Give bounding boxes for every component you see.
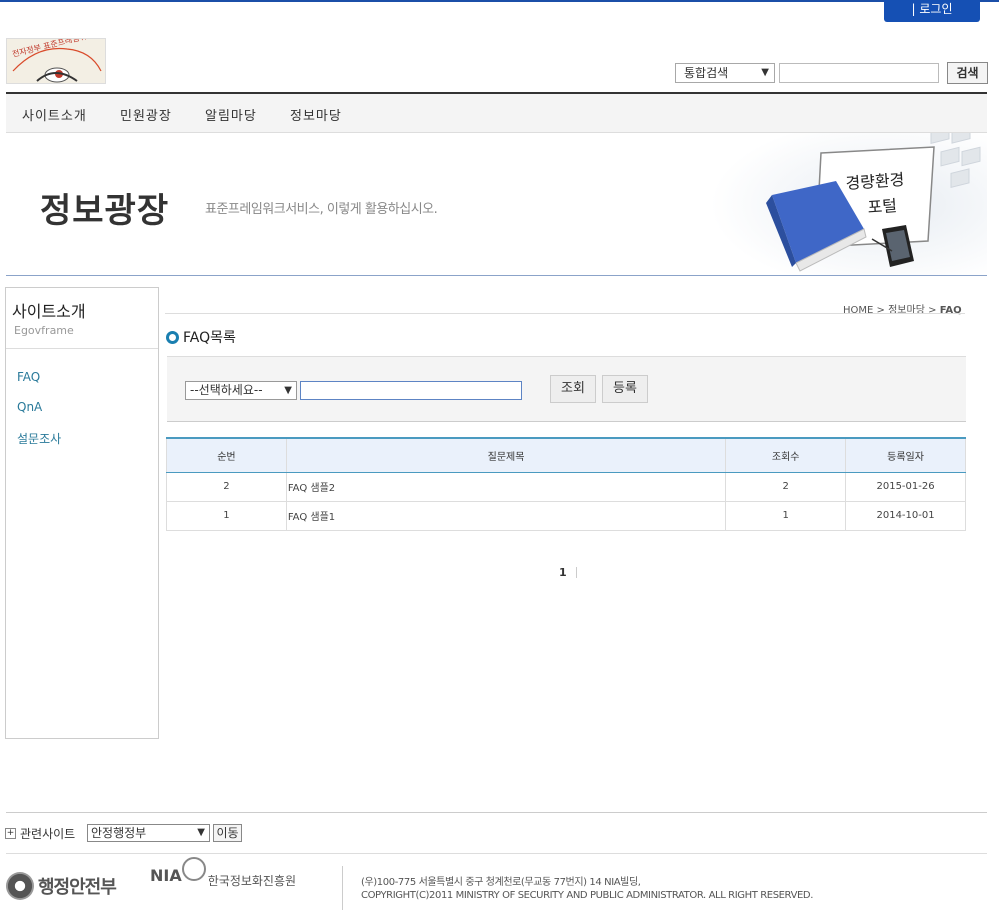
global-nav: 사이트소개 민원광장 알림마당 정보마당 [6,92,987,133]
top-accent-line [0,0,999,2]
breadcrumb-divider [165,313,965,314]
nia-logo: NIA 한국정보화진흥원 [150,856,297,889]
search-input[interactable] [779,63,939,83]
breadcrumb-sep: > [928,305,937,316]
plus-icon: + [5,828,16,839]
cell-date: 2015-01-26 [845,471,966,502]
search-button[interactable]: 검색 [947,62,988,84]
breadcrumb-home[interactable]: HOME [843,305,873,316]
footer-vertical-divider [342,866,343,910]
search-panel: --선택하세요-- ▼ 조회 등록 [167,356,966,422]
nia-name: 한국정보화진흥원 [207,874,297,888]
lnb-title: 사이트소개 [12,302,86,321]
col-header-no: 순번 [166,437,287,473]
related-sites-label: 관련사이트 [20,827,76,841]
cell-date: 2014-10-01 [845,500,966,531]
nia-ring-icon [181,856,206,881]
gnb-item-notice[interactable]: 알림마당 [205,105,257,124]
footer-address: (우)100-775 서울특별시 중구 청계천로(무교동 77번지) 14 NI… [361,877,641,888]
login-button[interactable]: | 로그인 [884,0,980,22]
board-text-2: 포털 [867,196,898,217]
page-title-text: FAQ목록 [183,330,236,346]
left-nav: 사이트소개 Egovframe FAQ QnA 설문조사 [5,287,159,739]
search-scope-value: 통합검색 [684,66,729,80]
col-header-views: 조회수 [725,437,847,473]
banner-illustration: 경량환경 포털 [696,133,987,275]
gnb-item-civil[interactable]: 민원광장 [120,105,172,124]
keyword-input[interactable] [300,381,522,400]
chevron-down-icon: ▼ [284,385,292,396]
lnb-subtitle: Egovframe [14,324,74,337]
register-button[interactable]: 등록 [602,375,648,403]
col-header-title: 질문제목 [285,437,727,473]
related-site-value: 안정행정부 [91,826,147,840]
breadcrumb-sep: > [876,305,885,316]
mops-name: 행정안전부 [38,877,117,898]
lnb-item-survey[interactable]: 설문조사 [17,430,61,447]
government-emblem-icon [6,872,34,900]
lnb-item-qna[interactable]: QnA [17,400,42,414]
search-condition-value: --선택하세요-- [190,383,263,397]
nia-short: NIA [150,866,182,885]
footer-copyright: COPYRIGHT(C)2011 MINISTRY OF SECURITY AN… [361,890,814,901]
banner-title: 정보광장 [40,191,170,231]
lnb-divider [6,348,158,349]
gnb-item-info[interactable]: 정보마당 [290,105,342,124]
footer-address-block: (우)100-775 서울특별시 중구 청계천로(무교동 77번지) 14 NI… [361,876,813,902]
logo-graphic: 전자정부 표준프레임워크 [7,39,105,83]
faq-table: 순번 질문제목 조회수 등록일자 2 FAQ 샘플2 2 2015-01-26 … [166,437,966,531]
col-header-date: 등록일자 [845,437,966,473]
pagination-divider [576,567,577,578]
pagination-current-page[interactable]: 1 [559,566,567,579]
visual-banner: 정보광장 표준프레임워크서비스, 이렇게 활용하십시오. 경량환경 포털 [6,133,987,276]
cell-title-link[interactable]: FAQ 샘플1 [285,500,727,531]
breadcrumb-current: FAQ [939,305,962,316]
banner-subtitle: 표준프레임워크서비스, 이렇게 활용하십시오. [205,202,438,217]
site-logo[interactable]: 전자정부 표준프레임워크 [6,38,106,84]
table-header-row: 순번 질문제목 조회수 등록일자 [166,437,966,473]
table-row[interactable]: 2 FAQ 샘플2 2 2015-01-26 [166,471,966,502]
lnb-item-faq[interactable]: FAQ [17,370,40,384]
related-sites: + 관련사이트 [5,825,75,842]
cell-title-link[interactable]: FAQ 샘플2 [285,471,727,502]
cell-no: 2 [166,471,287,502]
gnb-item-site-intro[interactable]: 사이트소개 [22,105,87,124]
search-condition-select[interactable]: --선택하세요-- ▼ [185,381,297,400]
footer-divider [6,812,987,813]
related-site-select[interactable]: 안정행정부 ▼ [87,824,210,842]
chevron-down-icon: ▼ [197,827,205,838]
page-title: FAQ목록 [166,327,236,347]
table-row[interactable]: 1 FAQ 샘플1 1 2014-10-01 [166,500,966,531]
bullet-icon [166,330,179,344]
search-scope-select[interactable]: 통합검색 ▼ [675,63,775,83]
mops-logo: 행정안전부 [6,872,117,900]
cell-views: 2 [725,471,847,502]
chevron-down-icon: ▼ [761,67,769,78]
cell-views: 1 [725,500,847,531]
breadcrumb-level1[interactable]: 정보마당 [888,305,925,316]
footer-divider [6,853,987,854]
go-button[interactable]: 이동 [213,824,242,842]
cell-no: 1 [166,500,287,531]
query-button[interactable]: 조회 [550,375,596,403]
